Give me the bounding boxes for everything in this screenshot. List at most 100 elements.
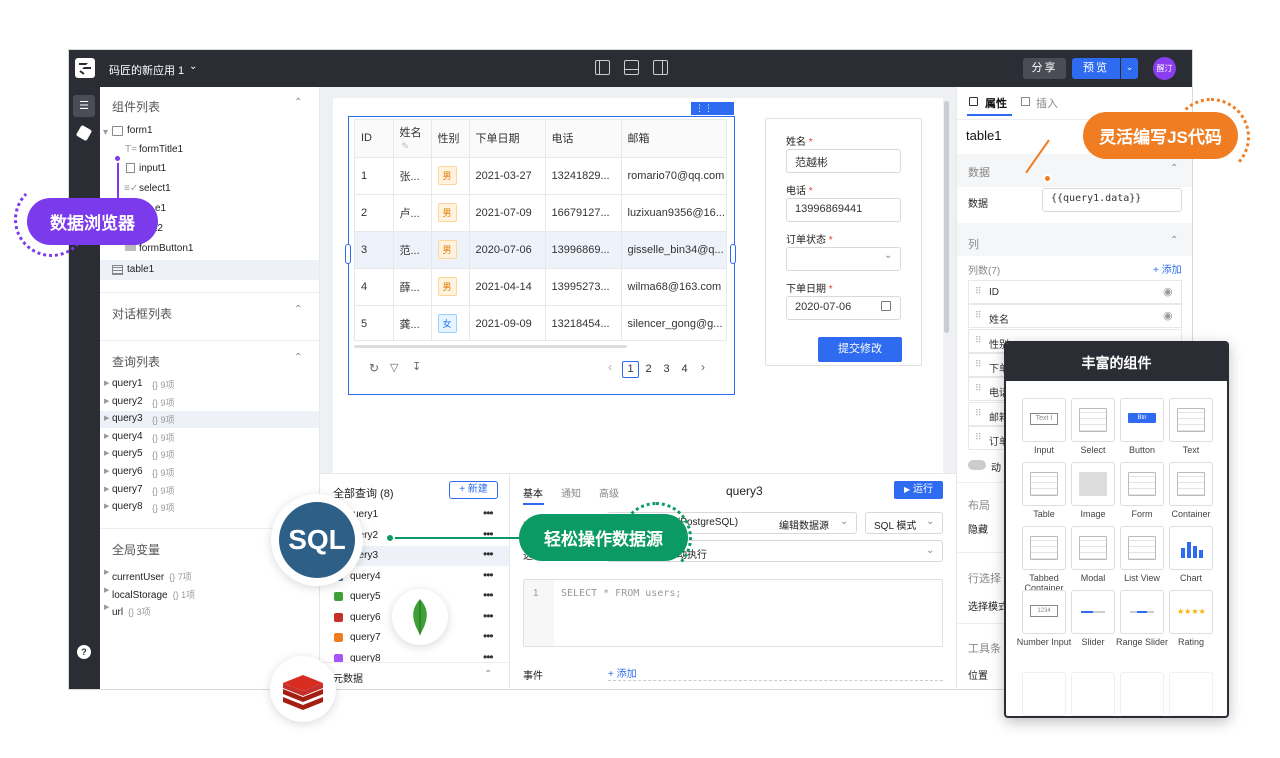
table-cell[interactable]: 2021-09-09 [468, 305, 545, 340]
table-cell[interactable]: 男 [430, 268, 469, 306]
table-header-cell[interactable]: 姓名✎ [392, 120, 431, 158]
list-view-icon[interactable] [1120, 526, 1164, 570]
new-query-button[interactable]: + 新建 [449, 481, 498, 499]
scrollbar[interactable] [944, 101, 949, 333]
tree-item-formbutton1[interactable]: formButton1 [139, 243, 193, 254]
text-icon[interactable] [1169, 398, 1213, 442]
tab-advanced[interactable]: 高级 [599, 485, 619, 500]
data-input[interactable]: {{query1.data}} [1042, 188, 1182, 212]
tree-item-table1[interactable]: table1 [127, 264, 154, 275]
page-button[interactable]: 2 [640, 362, 657, 379]
collapse-icon[interactable]: ⌃ [294, 97, 302, 108]
component-placeholder-icon[interactable] [1071, 672, 1115, 716]
run-button[interactable]: ▶ 运行 [894, 481, 943, 499]
more-icon[interactable]: ••• [483, 629, 494, 643]
tabbed-container-icon[interactable] [1022, 526, 1066, 570]
add-event-button[interactable]: + 添加 [608, 665, 637, 680]
phone-input[interactable]: 13996869441 [786, 198, 901, 222]
tree-item-formtitle1[interactable]: formTitle1 [139, 144, 183, 155]
drag-handle-icon[interactable]: ⠿ [975, 432, 982, 443]
drag-handle-icon[interactable]: ⠿ [975, 408, 982, 419]
table-cell[interactable]: 5 [355, 305, 393, 340]
table-cell[interactable]: 13996869... [544, 231, 621, 269]
table-cell[interactable]: 4 [355, 268, 393, 306]
table-cell[interactable]: 1 [355, 157, 393, 195]
table-cell[interactable]: 张... [392, 157, 431, 195]
avatar[interactable]: 醒汀 [1153, 57, 1176, 80]
table-cell[interactable]: 男 [430, 231, 469, 269]
input-icon[interactable]: Text I [1022, 398, 1066, 442]
caret-icon[interactable]: ▾ [103, 127, 108, 138]
range-slider-icon[interactable] [1120, 590, 1164, 634]
query-list-item[interactable]: ▶ query1 {} 9项 [100, 376, 319, 393]
slider-icon[interactable] [1071, 590, 1115, 634]
chart-icon[interactable] [1169, 526, 1213, 570]
table-cell[interactable]: 2021-07-09 [468, 194, 545, 232]
prev-page-icon[interactable]: ‹ [608, 360, 612, 374]
collapse-icon[interactable]: ⌃ [484, 669, 492, 680]
tree-item-input2[interactable]: e1 [155, 203, 166, 214]
preview-dropdown-icon[interactable]: ⌄ [1121, 58, 1138, 79]
query-list-item[interactable]: ▶ query2 {} 9项 [100, 394, 319, 411]
app-name[interactable]: 码匠的新应用 1 [109, 62, 184, 78]
edit-datasource-link[interactable]: 编辑数据源 [779, 517, 829, 532]
tab-insert[interactable]: 插入 [1036, 95, 1058, 111]
next-page-icon[interactable]: › [701, 360, 705, 374]
name-input[interactable]: 范越彬 [786, 149, 901, 173]
number-input-icon[interactable]: 1234 [1022, 590, 1066, 634]
table-badge[interactable]: ⋮⋮ table1 [691, 102, 734, 126]
tree-item-select1[interactable]: select1 [139, 183, 171, 194]
component-name[interactable]: table1 [966, 128, 1001, 143]
collapse-icon[interactable]: ⌃ [294, 352, 302, 363]
settings-icon[interactable] [75, 124, 93, 142]
submit-button[interactable]: 提交修改 [818, 337, 902, 362]
table-row[interactable]: 5 龚... 女 2021-09-09 13218454... silencer_gong… [355, 305, 726, 340]
preview-button[interactable]: 预览 [1072, 58, 1120, 79]
share-button[interactable]: 分享 [1023, 58, 1066, 79]
table-row[interactable]: 2 卢... 男 2021-07-09 16679127... luzixuan9356@… [355, 194, 726, 232]
component-placeholder-icon[interactable] [1169, 672, 1213, 716]
table-cell[interactable]: 卢... [392, 194, 431, 232]
download-icon[interactable]: ↧ [412, 360, 421, 373]
table-row[interactable]: 3 范... 男 2020-07-06 13996869... gisselle_bin3… [355, 231, 726, 269]
right-panel-toggle-icon[interactable] [653, 60, 668, 75]
query-list-item[interactable]: ▶ query6 {} 9项 [100, 464, 319, 481]
global-list-item[interactable]: ▶ localStorage {} 1项 [100, 583, 319, 601]
form-icon[interactable] [1120, 462, 1164, 506]
table-cell[interactable]: 13995273... [544, 268, 621, 306]
collapse-icon[interactable]: ⌃ [1170, 235, 1178, 246]
table-row[interactable]: 4 薛... 男 2021-04-14 13995273... wilma68@163.c… [355, 268, 726, 306]
table-header-cell[interactable]: 下单日期 [468, 120, 545, 158]
table-cell[interactable]: 男 [430, 157, 469, 195]
more-icon[interactable]: ••• [483, 588, 494, 602]
table-cell[interactable]: 2021-04-14 [468, 268, 545, 306]
tree-item-form1[interactable]: form1 [127, 125, 153, 136]
refresh-icon[interactable]: ↻ [369, 361, 379, 375]
collapse-icon[interactable]: ⌃ [294, 304, 302, 315]
collapse-icon[interactable]: ⌃ [1170, 163, 1178, 174]
query-list-item[interactable]: ▶ query3 {} 9项 [100, 411, 319, 429]
sql-editor[interactable]: 1 SELECT * FROM users; [523, 579, 943, 647]
table-icon[interactable] [1022, 462, 1066, 506]
tab-notify[interactable]: 通知 [561, 485, 581, 500]
table-cell[interactable]: 2020-07-06 [468, 231, 545, 269]
table-header-cell[interactable]: ID [355, 120, 393, 158]
component-placeholder-icon[interactable] [1120, 672, 1164, 716]
table-cell[interactable]: 龚... [392, 305, 431, 340]
table-header-cell[interactable]: 电话 [544, 120, 621, 158]
table-cell[interactable]: luzixuan9356@16... [620, 194, 726, 232]
page-button[interactable]: 4 [676, 362, 693, 379]
eye-icon[interactable]: ◉ [1163, 285, 1173, 298]
tree-item-input1[interactable]: input1 [139, 163, 166, 174]
table-cell[interactable]: 男 [430, 194, 469, 232]
drag-handle-icon[interactable]: ⠿ [975, 335, 982, 346]
resize-handle-left[interactable] [345, 244, 351, 264]
table-cell[interactable]: 3 [355, 231, 393, 269]
left-panel-toggle-icon[interactable] [595, 60, 610, 75]
sql-text[interactable]: SELECT * FROM users; [561, 588, 681, 599]
component-placeholder-icon[interactable] [1022, 672, 1066, 716]
image-icon[interactable] [1071, 462, 1115, 506]
eye-icon[interactable]: ◉ [1163, 309, 1173, 322]
table-cell[interactable]: silencer_gong@g... [620, 305, 726, 340]
container-icon[interactable] [1169, 462, 1213, 506]
